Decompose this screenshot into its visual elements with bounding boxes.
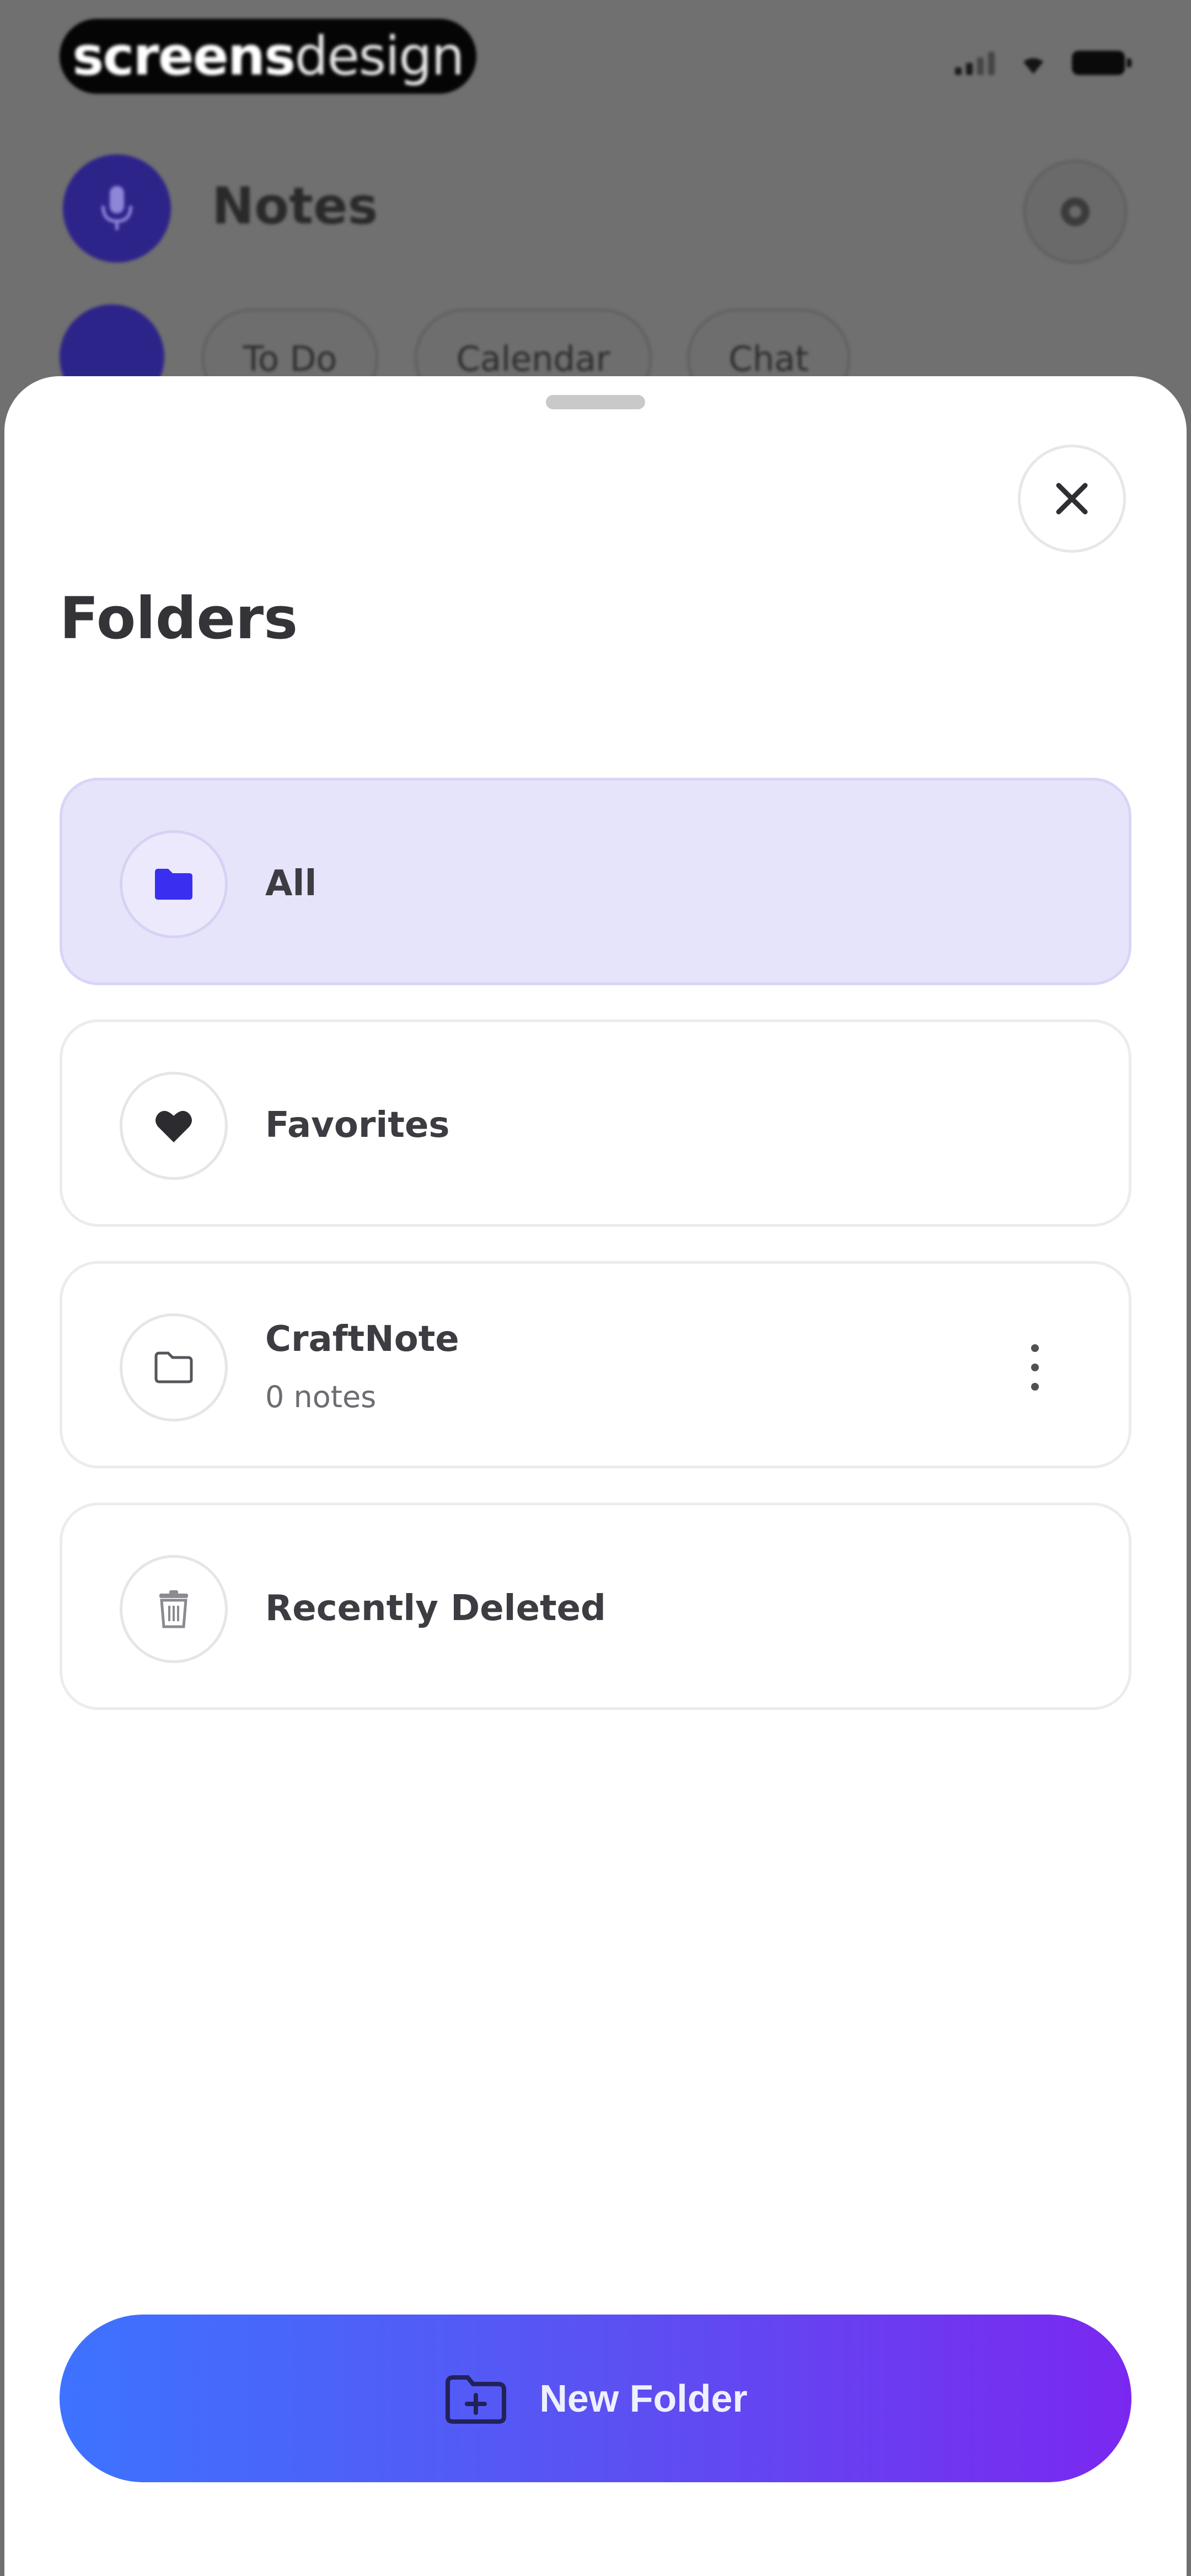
folder-filled-icon <box>120 830 228 938</box>
microphone-icon <box>101 186 132 230</box>
wifi-icon <box>1017 50 1050 75</box>
folder-row-craftnote[interactable]: CraftNote 0 notes <box>60 1261 1131 1468</box>
status-bar-icons <box>955 50 1131 75</box>
folder-row-recently-deleted[interactable]: Recently Deleted <box>60 1503 1131 1710</box>
folder-add-icon <box>446 2375 507 2424</box>
folder-row-all[interactable]: All <box>60 778 1131 985</box>
background-app: screens design Notes To Do Calendar Chat <box>0 0 1191 419</box>
brand-part-1: screens <box>72 25 296 87</box>
header-title: Notes <box>212 177 378 236</box>
close-icon <box>1056 483 1088 515</box>
more-options-icon[interactable] <box>1024 1344 1046 1391</box>
brand-watermark: screens design <box>60 19 476 94</box>
folder-outline-icon <box>120 1313 228 1421</box>
new-folder-label: New Folder <box>539 2377 748 2420</box>
brand-part-2: design <box>294 25 464 87</box>
folder-row-favorites[interactable]: Favorites <box>60 1019 1131 1227</box>
sheet-title: Folders <box>60 585 298 652</box>
microphone-avatar-button[interactable] <box>63 154 171 263</box>
sheet-grabber[interactable] <box>546 395 645 409</box>
heart-icon <box>120 1072 228 1180</box>
trash-icon <box>120 1555 228 1663</box>
settings-button[interactable] <box>1023 160 1127 264</box>
gear-icon <box>1061 197 1090 226</box>
close-button[interactable] <box>1018 445 1126 553</box>
screen: screens design Notes To Do Calendar Chat… <box>0 0 1191 2576</box>
new-folder-button[interactable]: New Folder <box>60 2315 1131 2482</box>
folder-label: Favorites <box>265 1105 450 1146</box>
folders-sheet <box>4 376 1187 2576</box>
folder-note-count: 0 notes <box>265 1380 377 1414</box>
folder-label: CraftNote <box>265 1319 459 1360</box>
folder-label: Recently Deleted <box>265 1588 606 1629</box>
signal-icon <box>955 50 995 75</box>
battery-icon <box>1072 51 1131 75</box>
folder-label: All <box>265 863 317 904</box>
